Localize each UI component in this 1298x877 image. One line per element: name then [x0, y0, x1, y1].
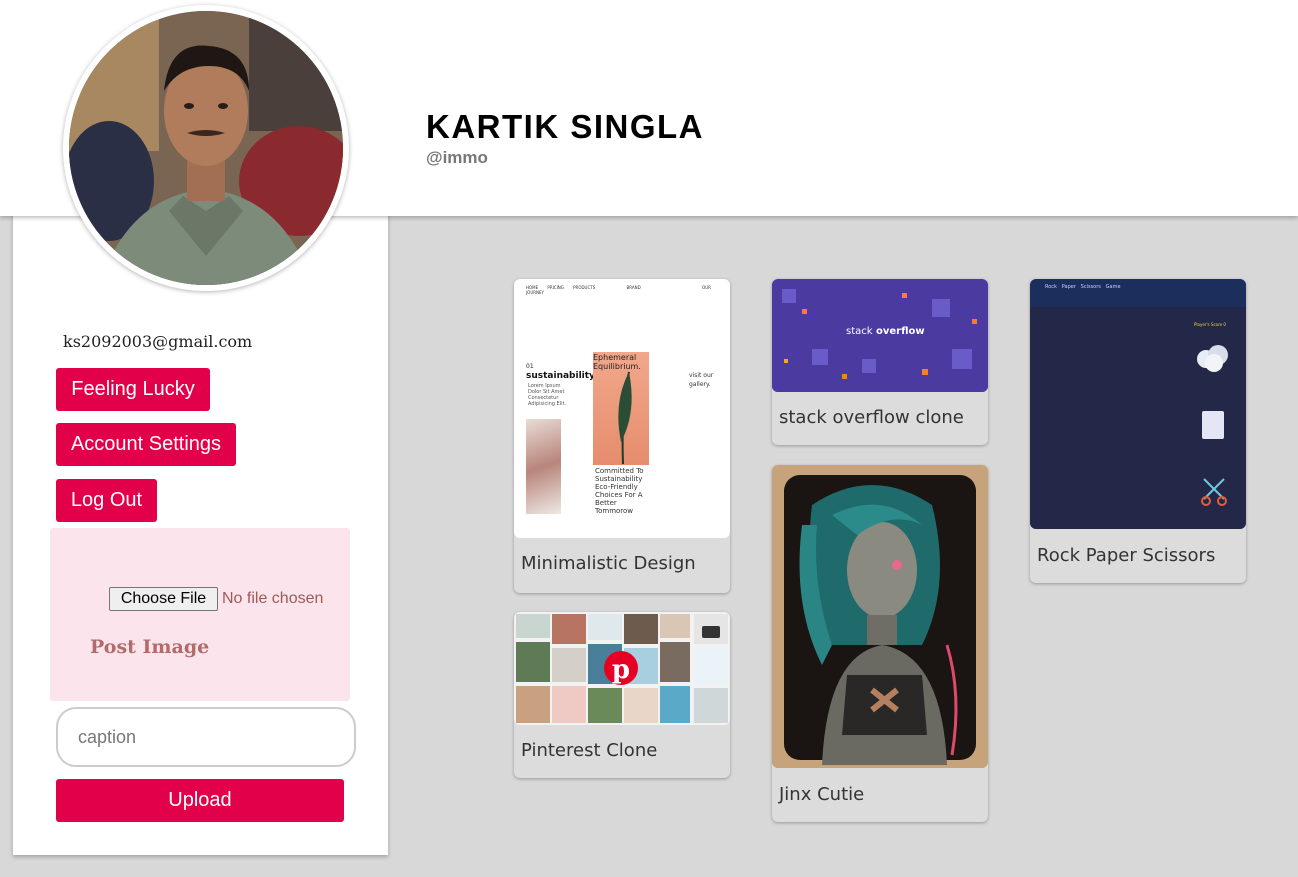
- profile-email: ks2092003@gmail.com: [63, 332, 253, 351]
- post-image-form: Choose File No file chosen Post Image: [50, 528, 350, 701]
- profile-handle: @immo: [426, 148, 488, 167]
- post-card-jinx-cutie[interactable]: Jinx Cutie: [772, 465, 988, 822]
- design-lorem: Lorem Ipsum Dolor Sit Amet Consectetur A…: [528, 383, 567, 407]
- post-card-rock-paper-scissors[interactable]: Rock Paper Scissors Game Player's Score …: [1030, 279, 1246, 583]
- post-title: Jinx Cutie: [779, 784, 865, 805]
- design-heading: sustainability: [526, 371, 595, 381]
- caption-input[interactable]: [56, 707, 356, 767]
- design-nav: HOME PRICING PRODUCTS BRAND OUR JOURNEY: [526, 285, 711, 295]
- upload-button[interactable]: Upload: [56, 779, 344, 822]
- post-image: HOME PRICING PRODUCTS BRAND OUR JOURNEY …: [514, 279, 730, 538]
- design-number: 01: [526, 363, 534, 370]
- so-logo-overflow: overflow: [876, 326, 925, 337]
- post-card-stack-overflow-clone[interactable]: stack overflow stack overflow clone: [772, 279, 988, 445]
- post-title: stack overflow clone: [779, 407, 964, 428]
- so-logo-stack: stack: [846, 326, 873, 337]
- post-image-label: Post Image: [90, 636, 210, 658]
- jinx-artwork: [772, 465, 988, 768]
- design-ephemeral: Ephemeral Equilibrium.: [593, 353, 641, 371]
- stackoverflow-banner: stack overflow: [772, 279, 988, 392]
- feeling-lucky-button[interactable]: Feeling Lucky: [56, 368, 210, 411]
- pinterest-collage: p: [516, 614, 728, 723]
- log-out-button[interactable]: Log Out: [56, 479, 157, 522]
- rps-choices: [1197, 345, 1228, 506]
- paper-icon: [1202, 411, 1224, 439]
- avatar-photo: [69, 11, 343, 285]
- design-committed: Committed To Sustainability Eco-Friendly…: [595, 467, 644, 515]
- account-settings-button[interactable]: Account Settings: [56, 423, 236, 466]
- post-image: p: [514, 612, 730, 725]
- choose-file-button[interactable]: Choose File: [109, 587, 218, 611]
- scissors-icon: [1201, 478, 1227, 506]
- post-image: Rock Paper Scissors Game Player's Score …: [1030, 279, 1246, 529]
- design-visit: visit our gallery.: [689, 372, 714, 388]
- rock-icon: [1197, 345, 1228, 372]
- post-card-pinterest-clone[interactable]: p Pinterest Clone: [514, 612, 730, 778]
- file-status: No file chosen: [222, 590, 324, 607]
- post-title: Minimalistic Design: [521, 553, 696, 574]
- post-image: stack overflow: [772, 279, 988, 392]
- profile-name: KARTIK SINGLA: [426, 108, 704, 145]
- avatar: [63, 5, 349, 291]
- post-image: [772, 465, 988, 768]
- post-title: Rock Paper Scissors: [1037, 545, 1216, 566]
- svg-text:p: p: [612, 655, 630, 685]
- post-title: Pinterest Clone: [521, 740, 658, 761]
- post-card-minimalistic-design[interactable]: HOME PRICING PRODUCTS BRAND OUR JOURNEY …: [514, 279, 730, 593]
- design-photo-hands: [526, 419, 561, 514]
